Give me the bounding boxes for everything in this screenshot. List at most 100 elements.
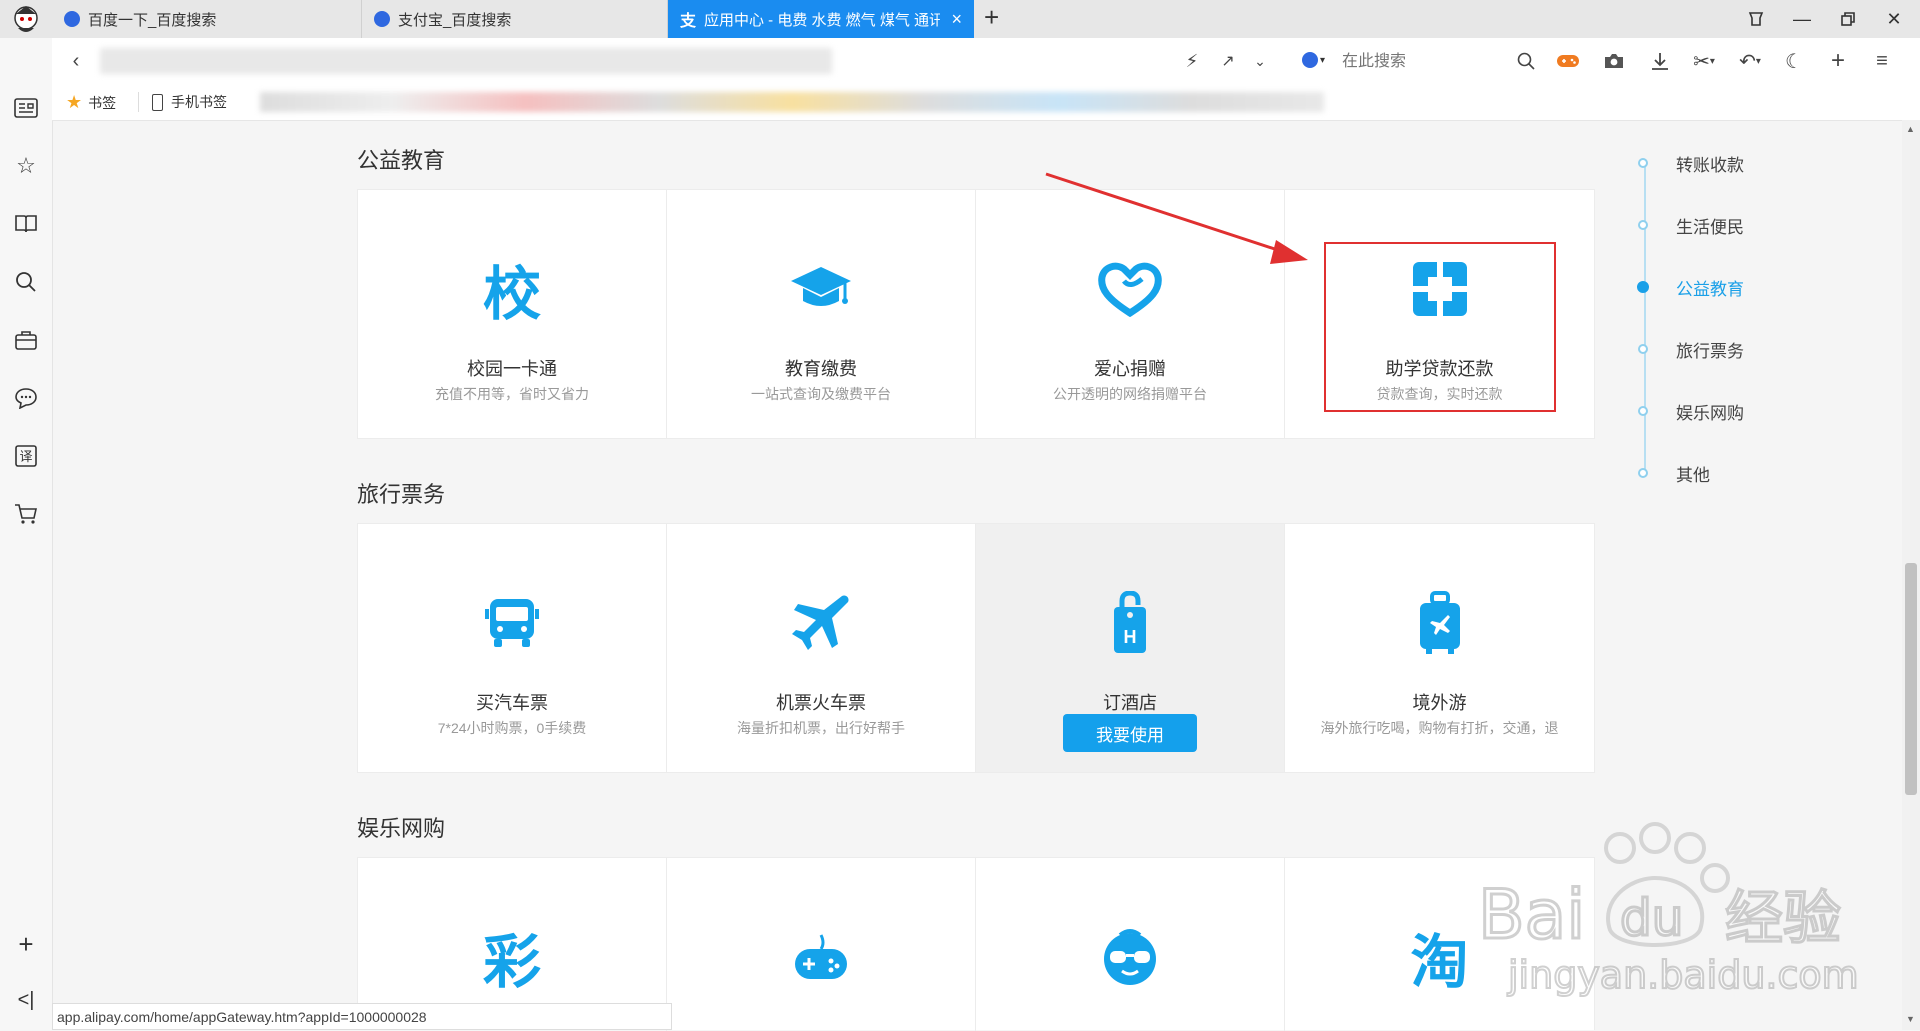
download-icon[interactable] [1644, 46, 1676, 76]
tab-app-center[interactable]: 支 应用中心 - 电费 水费 燃气 煤气 通讯 × [668, 0, 974, 38]
nav-dot [1638, 468, 1648, 478]
card-bus-ticket[interactable]: 买汽车票 7*24小时购票，0手续费 [358, 524, 667, 772]
search-engine-selector[interactable]: ▾ [1302, 52, 1325, 68]
baidu-jingyan-watermark: Bai du 经验 jingyan.baidu.com [1477, 822, 1860, 998]
scroll-up-arrow-icon[interactable]: ▲ [1906, 124, 1915, 134]
lightning-icon[interactable]: ⚡ [1176, 46, 1208, 76]
nav-item[interactable]: 娱乐网购 [1630, 396, 1744, 426]
card-game[interactable] [667, 858, 976, 1031]
scroll-down-arrow-icon[interactable]: ▼ [1906, 1014, 1915, 1024]
nav-item[interactable]: 旅行票务 [1630, 334, 1744, 364]
nav-item-label: 转账收款 [1676, 155, 1744, 175]
nav-item[interactable]: 生活便民 [1630, 210, 1744, 240]
campus-char-icon: 校 [482, 260, 541, 328]
cart-icon[interactable] [10, 498, 42, 530]
add-icon[interactable]: + [10, 928, 42, 960]
svg-text:译: 译 [19, 450, 32, 465]
search-icon[interactable] [10, 266, 42, 298]
minimize-icon[interactable]: — [1780, 0, 1824, 38]
reader-icon[interactable] [10, 92, 42, 124]
star-icon[interactable]: ☆ [10, 150, 42, 182]
card-hotel-booking[interactable]: H 订酒店 我要使用 [976, 524, 1285, 772]
tab-strip: 百度一下_百度搜索 支付宝_百度搜索 支 应用中心 - 电费 水费 燃气 煤气 … [0, 0, 1920, 39]
tab-label: 应用中心 - 电费 水费 燃气 煤气 通讯 [704, 11, 941, 29]
book-icon[interactable] [10, 208, 42, 240]
tab-baidu-search[interactable]: 百度一下_百度搜索 [52, 0, 362, 38]
section-title: 娱乐网购 [357, 816, 446, 841]
blurred-url [100, 48, 832, 74]
card-desc: 一站式查询及缴费平台 [751, 386, 891, 402]
category-nav: 转账收款生活便民公益教育旅行票务娱乐网购其他 [1630, 148, 1830, 488]
baidu-paw-icon [1302, 52, 1318, 68]
card-education-payment[interactable]: 教育缴费 一站式查询及缴费平台 [667, 190, 976, 438]
undo-icon[interactable]: ↶ ▾ [1734, 46, 1766, 76]
moon-icon[interactable]: ☾ [1778, 46, 1810, 76]
card-flight-train-ticket[interactable]: 机票火车票 海量折扣机票，出行好帮手 [667, 524, 976, 772]
nav-item-label: 其他 [1676, 465, 1710, 485]
scrollbar-thumb[interactable] [1905, 563, 1917, 795]
annotation-arrow [1045, 172, 1308, 264]
chat-icon[interactable] [10, 382, 42, 414]
share-icon[interactable]: ↗ [1212, 46, 1244, 76]
taobao-movie-icon [1095, 922, 1165, 992]
translate-icon[interactable]: 译 [10, 440, 42, 472]
nav-item-label: 公益教育 [1676, 279, 1744, 299]
search-input[interactable] [1340, 48, 1584, 76]
bookmarks-button[interactable]: ★ 书签 [66, 92, 116, 113]
bookmarks-label: 书签 [88, 94, 117, 111]
card-desc: 充值不用等，省时又省力 [435, 386, 589, 402]
nav-dot [1638, 344, 1648, 354]
briefcase-icon[interactable] [10, 324, 42, 356]
card-desc: 7*24小时购票，0手续费 [437, 720, 587, 736]
baidu-paw-icon [374, 11, 390, 27]
card-overseas-travel[interactable]: 境外游 海外旅行吃喝，购物有打折，交通，退 [1285, 524, 1594, 772]
watermark-url: jingyan.baidu.com [1507, 953, 1859, 997]
section-title: 公益教育 [357, 148, 446, 173]
divider [138, 92, 139, 112]
mobile-bookmarks-button[interactable]: 手机书签 [152, 92, 227, 112]
luggage-icon [1405, 588, 1475, 658]
browser-avatar[interactable] [6, 4, 46, 36]
section-grid-travel: 买汽车票 7*24小时购票，0手续费 机票火车票 海量折扣机票，出行好帮手 H … [357, 523, 1595, 773]
restore-icon[interactable] [1826, 0, 1870, 38]
nav-item[interactable]: 转账收款 [1630, 148, 1744, 178]
close-window-icon[interactable]: ✕ [1872, 0, 1916, 38]
game-icon[interactable] [1552, 46, 1584, 76]
nav-item[interactable]: 其他 [1630, 458, 1710, 488]
card-campus-card[interactable]: 校 校园一卡通 充值不用等，省时又省力 [358, 190, 667, 438]
nav-item[interactable]: 公益教育 [1630, 272, 1744, 302]
status-url: app.alipay.com/home/appGateway.htm?appId… [52, 1003, 672, 1030]
hotel-tag-icon: H [1095, 588, 1165, 658]
scissors-icon[interactable]: ✂ ▾ [1688, 46, 1720, 76]
card-name: 境外游 [1412, 693, 1467, 713]
tab-label: 百度一下_百度搜索 [88, 11, 217, 29]
add-icon[interactable]: + [1822, 46, 1854, 76]
tab-alipay-search[interactable]: 支付宝_百度搜索 [362, 0, 668, 38]
card-taobao-movie[interactable] [976, 858, 1285, 1031]
use-now-button[interactable]: 我要使用 [1063, 714, 1197, 752]
watermark-brand: Bai [1478, 876, 1585, 955]
collapse-sidebar-icon[interactable]: <| [10, 984, 42, 1016]
lottery-char-icon: 彩 [482, 928, 541, 996]
nav-item-label: 娱乐网购 [1676, 403, 1744, 423]
search-icon[interactable] [1510, 46, 1542, 76]
nav-item-label: 旅行票务 [1676, 341, 1744, 361]
menu-icon[interactable]: ≡ [1866, 46, 1898, 76]
phone-icon [152, 93, 163, 111]
left-sidebar: ☆ 译 + <| [0, 38, 53, 1030]
chevron-down-icon[interactable]: ⌄ [1244, 46, 1276, 76]
skin-icon[interactable] [1734, 0, 1778, 38]
baidu-paw-icon [64, 11, 80, 27]
back-icon[interactable]: ‹ [60, 46, 92, 76]
nav-dot [1638, 220, 1648, 230]
new-tab-button[interactable]: + [984, 2, 999, 33]
camera-icon[interactable] [1598, 46, 1630, 76]
section-title: 旅行票务 [357, 482, 446, 507]
nav-dot-active [1637, 281, 1649, 293]
svg-text:H: H [1124, 627, 1137, 647]
card-name: 订酒店 [1103, 693, 1157, 713]
airplane-icon [786, 588, 856, 658]
nav-dot [1638, 158, 1648, 168]
blurred-bookmarks [260, 92, 1324, 112]
tab-close-icon[interactable]: × [951, 9, 962, 30]
